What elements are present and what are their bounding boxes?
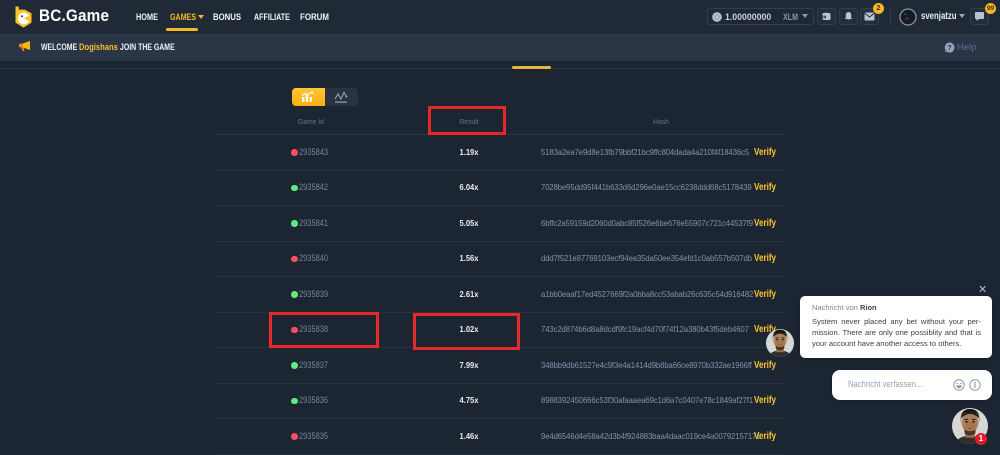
svg-text:?: ? xyxy=(947,44,951,51)
